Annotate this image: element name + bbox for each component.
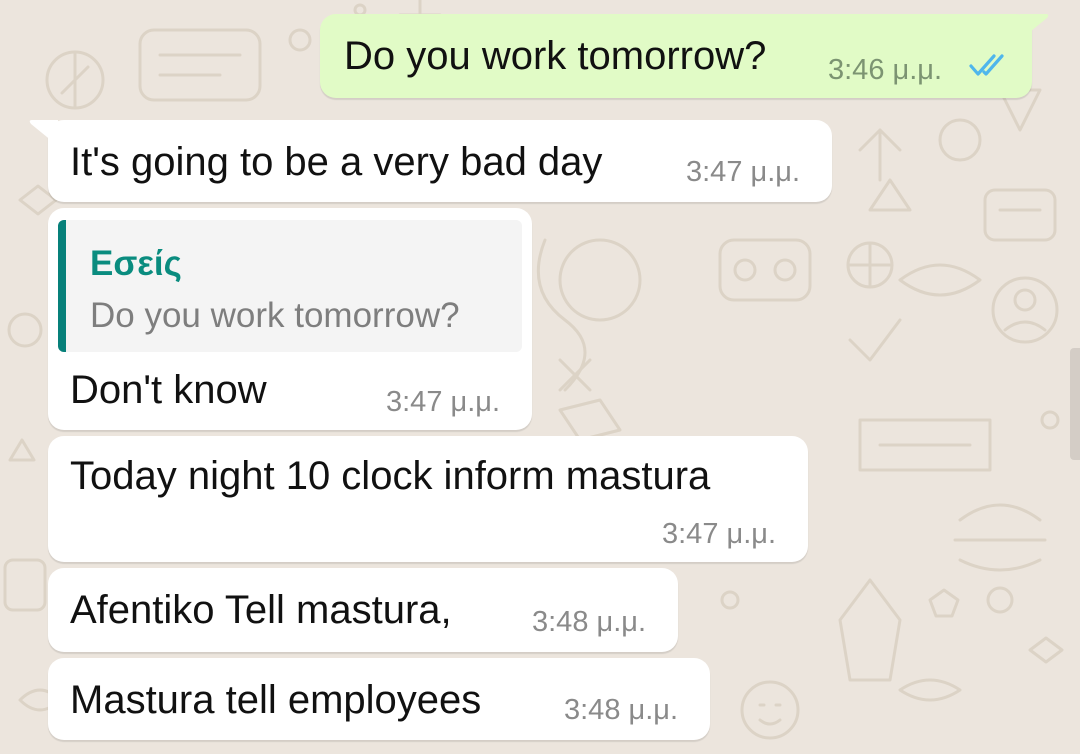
message-text: Do you work tomorrow? <box>344 34 767 78</box>
incoming-message[interactable]: Mastura tell employees 3:48 μ.μ. <box>48 658 710 740</box>
bubble-tail <box>1020 14 1049 40</box>
incoming-message[interactable]: It's going to be a very bad day 3:47 μ.μ… <box>29 120 832 202</box>
double-check-icon <box>969 54 1004 76</box>
quoted-author: Εσείς <box>90 244 182 283</box>
message-text: Mastura tell employees <box>70 678 482 722</box>
chat-messages: Do you work tomorrow? 3:46 μ.μ. It's goi… <box>0 0 1080 754</box>
incoming-reply-message[interactable]: Εσείς Do you work tomorrow? Don't know 3… <box>48 208 532 430</box>
quote-accent-bar <box>58 220 66 352</box>
quoted-message[interactable]: Εσείς Do you work tomorrow? <box>58 220 522 352</box>
bubble-tail <box>29 120 58 146</box>
outgoing-message[interactable]: Do you work tomorrow? 3:46 μ.μ. <box>320 14 1049 98</box>
message-time: 3:47 μ.μ. <box>386 386 501 418</box>
message-text: Don't know <box>70 368 267 412</box>
message-time: 3:47 μ.μ. <box>686 156 801 188</box>
scrollbar-thumb[interactable] <box>1070 348 1080 460</box>
message-time: 3:48 μ.μ. <box>532 606 647 638</box>
incoming-message[interactable]: Today night 10 clock inform mastura 3:47… <box>48 436 808 562</box>
message-text: Today night 10 clock inform mastura <box>70 454 711 498</box>
incoming-message[interactable]: Afentiko Tell mastura, 3:48 μ.μ. <box>48 568 678 652</box>
quoted-text: Do you work tomorrow? <box>90 296 460 335</box>
message-time: 3:46 μ.μ. <box>828 54 943 86</box>
message-time: 3:48 μ.μ. <box>564 694 679 726</box>
message-text: Afentiko Tell mastura, <box>70 588 452 632</box>
message-text: It's going to be a very bad day <box>70 140 603 184</box>
message-time: 3:47 μ.μ. <box>662 518 777 550</box>
